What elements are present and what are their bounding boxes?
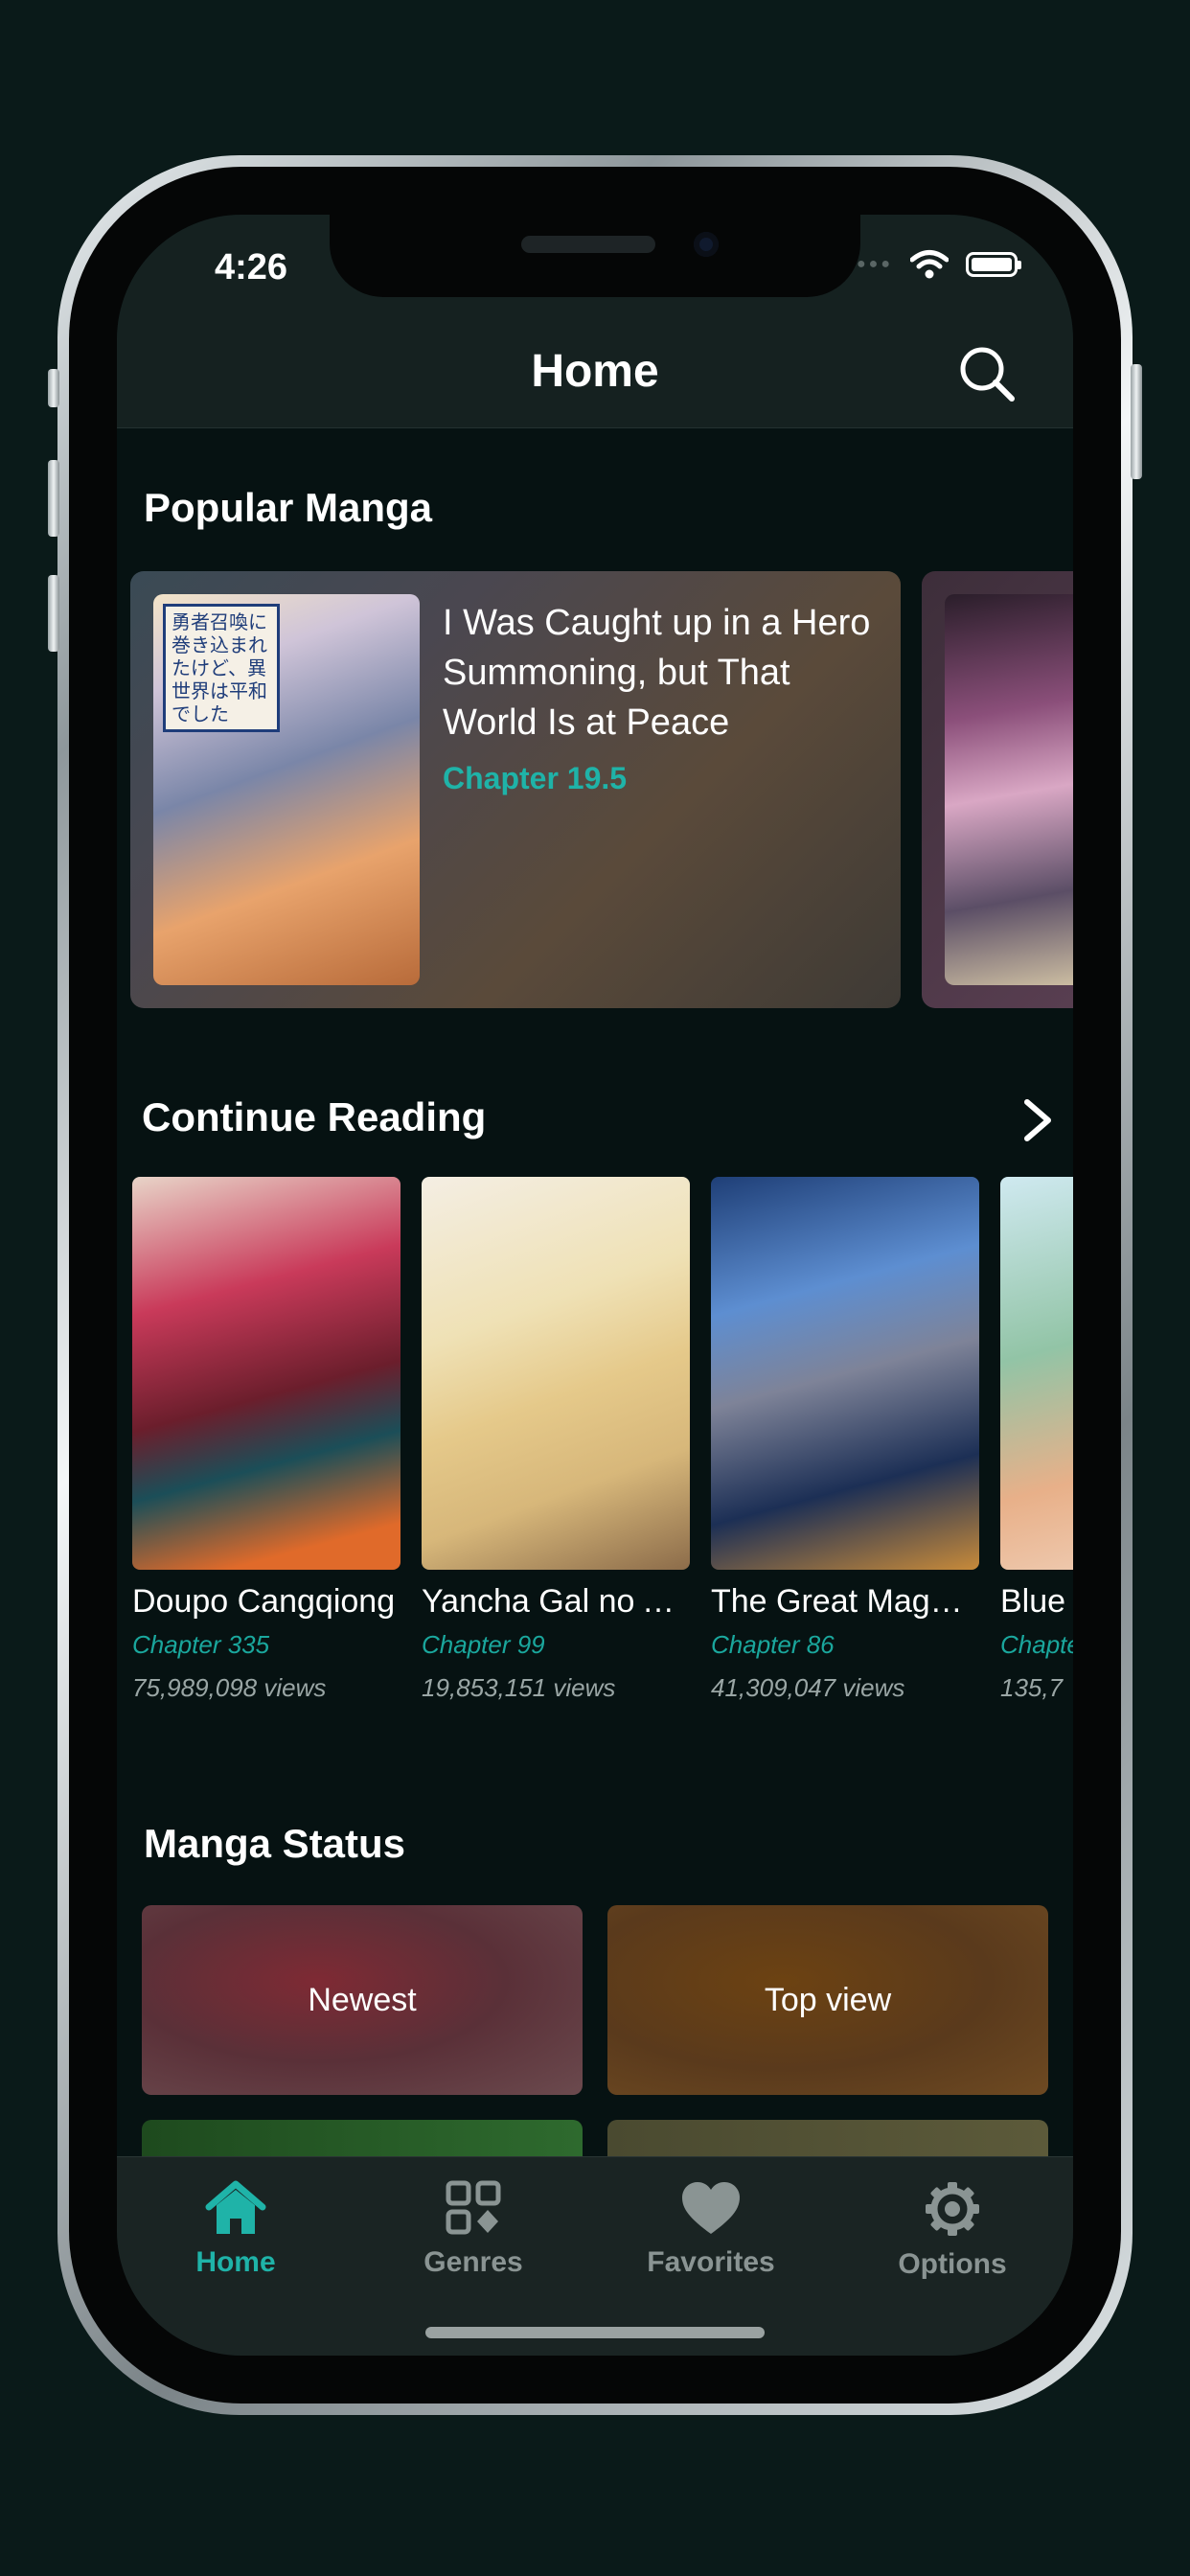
manga-cover: 勇者召喚に巻き込まれたけど、異世界は平和でした xyxy=(153,594,420,985)
list-item[interactable]: Yancha Gal no A… Chapter 99 19,853,151 v… xyxy=(422,1177,690,1703)
list-item[interactable]: Blue Chapte 135,7 xyxy=(1000,1177,1073,1703)
continue-reading-heading: Continue Reading xyxy=(142,1094,487,1139)
status-icons: ●●●● xyxy=(844,249,1021,280)
home-indicator[interactable] xyxy=(425,2327,765,2338)
battery-icon xyxy=(966,252,1021,277)
notch xyxy=(330,215,860,297)
grid-icon xyxy=(446,2180,501,2235)
manga-chapter: Chapter 335 xyxy=(132,1630,270,1659)
search-icon[interactable] xyxy=(956,343,1018,404)
tab-label: Home xyxy=(195,2246,276,2278)
speaker-grille xyxy=(521,236,655,253)
manga-chapter: Chapter 99 xyxy=(422,1630,545,1659)
page-title: Home xyxy=(531,346,659,397)
manga-title: The Great Mage… xyxy=(711,1583,979,1620)
phone-screen: 4:26 ●●●● Home Popular Manga 勇者召喚に巻き込まれた… xyxy=(117,215,1073,2356)
manga-chapter: Chapte xyxy=(1000,1630,1073,1659)
popular-manga-card[interactable]: 勇者召喚に巻き込まれたけど、異世界は平和でした I Was Caught up … xyxy=(130,571,901,1008)
popular-manga-card[interactable] xyxy=(922,571,1073,1008)
manga-title: Blue xyxy=(1000,1583,1066,1620)
status-tile-top-view[interactable]: Top view xyxy=(607,1905,1048,2095)
tab-label: Favorites xyxy=(647,2246,775,2278)
list-item[interactable]: Doupo Cangqiong Chapter 335 75,989,098 v… xyxy=(132,1177,400,1703)
manga-title: I Was Caught up in a Hero Summoning, but… xyxy=(443,603,871,743)
tab-bar: Home Genres Favorites Options xyxy=(117,2156,1073,2356)
chevron-right-icon[interactable] xyxy=(1019,1096,1058,1144)
tab-label: Options xyxy=(898,2248,1007,2280)
manga-status-heading: Manga Status xyxy=(144,1821,406,1866)
tab-favorites[interactable]: Favorites xyxy=(634,2180,788,2279)
tab-home[interactable]: Home xyxy=(159,2180,312,2279)
manga-cover xyxy=(945,594,1073,985)
wifi-icon xyxy=(910,250,949,279)
cover-art-title: 勇者召喚に巻き込まれたけど、異世界は平和でした xyxy=(163,604,280,732)
list-item[interactable]: The Great Mage… Chapter 86 41,309,047 vi… xyxy=(711,1177,979,1703)
tab-genres[interactable]: Genres xyxy=(397,2180,550,2279)
manga-cover xyxy=(1000,1177,1073,1570)
tab-label: Genres xyxy=(423,2246,523,2278)
tab-options[interactable]: Options xyxy=(876,2180,1029,2281)
popular-manga-heading: Popular Manga xyxy=(144,485,433,530)
manga-cover xyxy=(132,1177,400,1570)
manga-title: Doupo Cangqiong xyxy=(132,1583,396,1620)
status-tile-newest[interactable]: Newest xyxy=(142,1905,583,2095)
heart-icon xyxy=(682,2182,740,2234)
status-time: 4:26 xyxy=(215,247,288,288)
manga-cover xyxy=(422,1177,690,1570)
side-button-volume-down xyxy=(48,575,59,652)
manga-views: 19,853,151 views xyxy=(422,1673,616,1702)
manga-views: 75,989,098 views xyxy=(132,1673,327,1702)
manga-chapter: Chapter 19.5 xyxy=(443,761,628,795)
side-button-volume-up xyxy=(48,460,59,537)
manga-views: 41,309,047 views xyxy=(711,1673,905,1702)
manga-views: 135,7 xyxy=(1000,1673,1064,1702)
gear-icon xyxy=(926,2182,979,2236)
home-icon xyxy=(205,2180,266,2234)
manga-cover xyxy=(711,1177,979,1570)
side-button-silent xyxy=(48,369,59,407)
manga-chapter: Chapter 86 xyxy=(711,1630,835,1659)
side-button-power xyxy=(1131,364,1142,479)
camera-icon xyxy=(694,232,719,257)
manga-title: Yancha Gal no A… xyxy=(422,1583,690,1620)
